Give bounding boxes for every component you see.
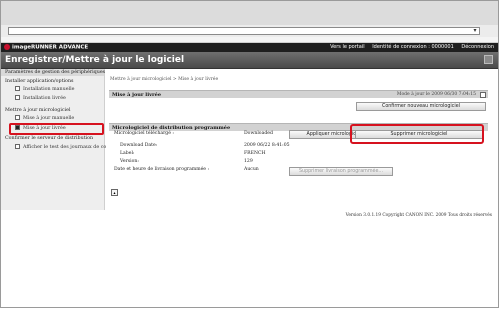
back-to-top-icon[interactable]: ▴ xyxy=(111,189,118,196)
sidebar-top[interactable]: Paramètres de gestion des périphériques xyxy=(1,69,105,76)
copyright: Version 3.0.1.19 Copyright CANON INC. 20… xyxy=(345,213,492,218)
browser-titlebar xyxy=(1,1,498,26)
app-header: imageRUNNER ADVANCE Vers le portail Iden… xyxy=(1,43,498,52)
bullet-icon xyxy=(15,115,20,120)
schedule-label: Date et heure de livraison programmée : xyxy=(114,167,210,172)
help-icon[interactable] xyxy=(484,55,493,64)
main-content: Mettre à jour micrologiciel > Mise à jou… xyxy=(106,69,498,210)
download-date-value: 2009 06/22 8:41:05 xyxy=(244,143,290,148)
fw-downloaded-label: Micrologiciel téléchargé : xyxy=(114,131,174,136)
portal-link[interactable]: Vers le portail xyxy=(330,44,365,50)
chevron-down-icon[interactable]: ▾ xyxy=(471,28,479,34)
bullet-icon xyxy=(15,95,20,100)
highlight-frame xyxy=(9,123,104,135)
sidebar-head-confirm: Confirmer le serveur de distribution xyxy=(5,136,94,141)
page-titlebar: Enregistrer/Mettre à jour le logiciel xyxy=(1,52,498,69)
download-date-label: Download Date: xyxy=(120,143,158,148)
version-value: 129 xyxy=(244,159,253,164)
brand: imageRUNNER ADVANCE xyxy=(4,44,88,52)
login-id: Identité de connexion : 0000001 xyxy=(372,44,454,50)
section-title: Mise à jour livrée xyxy=(112,92,162,98)
bullet-icon xyxy=(15,144,20,149)
bullet-icon xyxy=(15,86,20,91)
sidebar-item-update-manual[interactable]: Mise à jour manuelle xyxy=(15,115,74,122)
sidebar-head-update: Mettre à jour micrologiciel xyxy=(5,108,71,113)
logout-link[interactable]: Déconnexion xyxy=(461,44,494,50)
sidebar-item-label: Mise à jour manuelle xyxy=(23,116,75,121)
sidebar-item-install-manual[interactable]: Installation manuelle xyxy=(15,86,74,93)
address-row: ▾ xyxy=(1,25,498,37)
sidebar-item-install-history[interactable]: Installation livrée xyxy=(15,95,66,102)
breadcrumb: Mettre à jour micrologiciel > Mise à jou… xyxy=(110,77,219,82)
section-status: Mode à jour le 2009 06/30 7:04:15 xyxy=(396,92,476,97)
version-label: Version: xyxy=(120,159,139,164)
label-value: FRENCH xyxy=(244,151,266,156)
sidebar: Paramètres de gestion des périphériques … xyxy=(1,69,138,210)
top-links: Vers le portail Identité de connexion : … xyxy=(324,44,494,51)
sidebar-item-label: Installation manuelle xyxy=(23,87,75,92)
confirm-new-firmware-button[interactable]: Confirmer nouveau micrologiciel xyxy=(356,102,486,111)
sidebar-head-install: Installer application/options xyxy=(5,79,74,84)
refresh-icon[interactable] xyxy=(480,92,486,98)
fw-downloaded-value: Downloaded xyxy=(244,131,273,136)
address-bar[interactable]: ▾ xyxy=(8,27,480,35)
schedule-value: Aucun xyxy=(244,167,259,172)
footer: Version 3.0.1.19 Copyright CANON INC. 20… xyxy=(1,211,498,221)
section-delivered-update: Mise à jour livrée Mode à jour le 2009 0… xyxy=(109,90,488,98)
label-label: Label: xyxy=(120,151,135,156)
highlight-frame xyxy=(350,124,484,144)
sidebar-item-label: Installation livrée xyxy=(23,96,66,101)
page-title: Enregistrer/Mettre à jour le logiciel xyxy=(5,55,185,65)
cancel-scheduled-delivery-button[interactable]: Supprimer livraison programmée... xyxy=(289,167,393,176)
brand-name: imageRUNNER ADVANCE xyxy=(12,44,89,51)
canon-logo-icon xyxy=(4,44,10,50)
